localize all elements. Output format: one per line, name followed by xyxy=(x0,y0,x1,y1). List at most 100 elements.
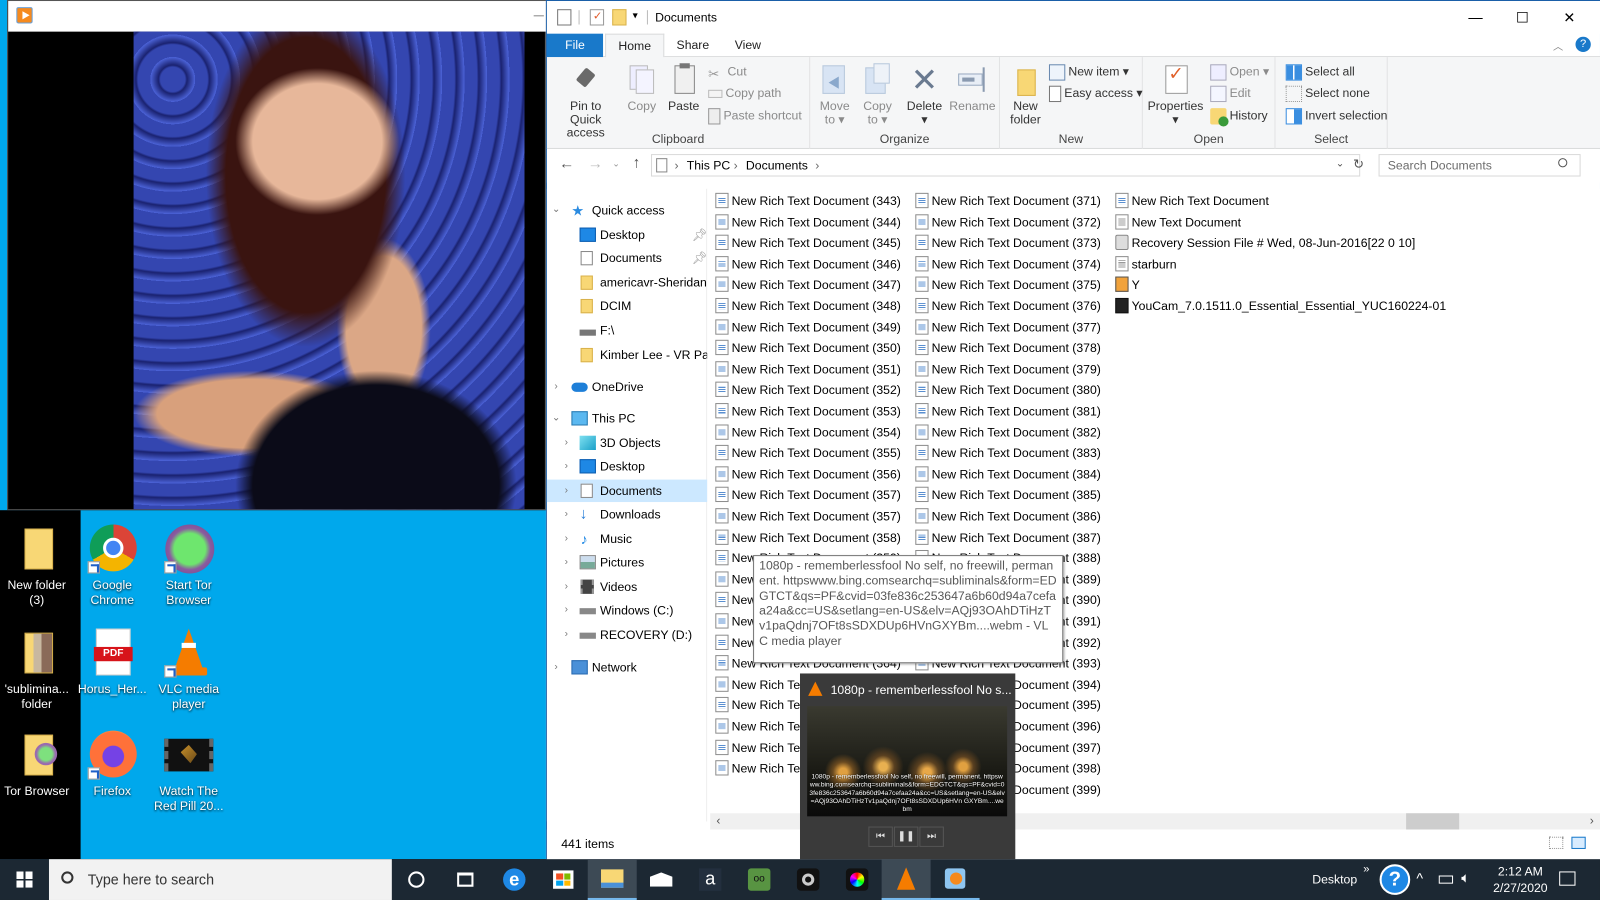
chevron-right-icon[interactable]: › xyxy=(551,376,561,398)
cut-button[interactable]: ✂ Cut xyxy=(708,61,746,81)
file-item[interactable]: New Rich Text Document (358) xyxy=(715,527,901,547)
breadcrumb-this-pc[interactable]: This PC xyxy=(687,158,731,172)
file-item[interactable]: New Rich Text Document (376) xyxy=(915,296,1101,316)
nav-documents[interactable]: › Documents xyxy=(546,479,708,503)
file-item[interactable]: New Rich Text Document (350) xyxy=(715,338,901,358)
file-item[interactable]: New Rich Text Document (348) xyxy=(715,296,901,316)
properties-button[interactable]: ✓ Properties ▾ xyxy=(1147,63,1204,126)
search-icon[interactable] xyxy=(1558,158,1568,168)
tab-home[interactable]: Home xyxy=(605,33,665,59)
chevron-right-icon[interactable]: › xyxy=(561,599,571,621)
breadcrumb-separator-icon[interactable]: › xyxy=(674,158,678,172)
file-item[interactable]: New Rich Text Document (374) xyxy=(915,254,1101,274)
nav-3d-objects[interactable]: › 3D Objects xyxy=(547,432,707,454)
file-item[interactable]: New Rich Text Document (357) xyxy=(715,485,901,505)
file-item[interactable]: New Rich Text Document (377) xyxy=(915,317,1101,337)
nav-onedrive[interactable]: › OneDrive xyxy=(547,376,707,398)
explorer-titlebar[interactable]: ✓ ▾ Documents — ☐ ✕ xyxy=(546,1,1600,34)
select-none-button[interactable]: Select none xyxy=(1285,83,1370,103)
next-button[interactable]: ⏭ xyxy=(919,826,944,847)
taskbar-tripadvisor[interactable]: oo xyxy=(735,859,784,900)
action-center-icon[interactable] xyxy=(1559,871,1576,886)
file-item[interactable]: New Rich Text Document (357) xyxy=(715,506,901,526)
help-icon[interactable]: ? xyxy=(1575,36,1591,53)
toolbar-overflow-icon[interactable]: » xyxy=(1363,863,1369,875)
file-item[interactable]: New Rich Text Document (354) xyxy=(715,422,901,442)
desktop-icon-subliminal-folder[interactable]: 'sublimina... folder xyxy=(0,629,73,713)
easy-access-button[interactable]: Easy access ▾ xyxy=(1048,83,1143,103)
chevron-right-icon[interactable]: › xyxy=(551,656,561,678)
file-item[interactable]: Recovery Session File # Wed, 08-Jun-2016… xyxy=(1115,233,1415,253)
show-hidden-icons-chevron[interactable]: ^ xyxy=(1416,870,1423,886)
pin-to-quick-access-button[interactable]: Pin to Quick access xyxy=(553,63,618,140)
file-item[interactable]: New Rich Text Document (353) xyxy=(715,401,901,421)
file-item[interactable]: New Rich Text Document (384) xyxy=(915,464,1101,484)
move-to-button[interactable]: Move to ▾ xyxy=(816,63,853,126)
volume-icon[interactable]: 🔈︎ xyxy=(1461,869,1470,886)
large-icons-view-icon[interactable] xyxy=(1571,836,1586,849)
file-item[interactable]: New Rich Text Document (381) xyxy=(915,401,1101,421)
breadcrumb-separator-icon[interactable]: › xyxy=(734,158,738,172)
file-item[interactable]: New Rich Text Document (347) xyxy=(715,275,901,295)
nav-quick-documents[interactable]: Documents 📌︎ xyxy=(547,247,707,269)
file-item[interactable]: Y xyxy=(1115,275,1140,295)
minimize-icon[interactable] xyxy=(533,15,544,17)
new-item-button[interactable]: New item ▾ xyxy=(1048,61,1129,81)
history-button[interactable]: History xyxy=(1210,105,1268,127)
nav-videos[interactable]: › Videos xyxy=(547,576,707,598)
file-item[interactable]: New Rich Text Document (373) xyxy=(915,233,1101,253)
file-item[interactable]: New Rich Text Document (355) xyxy=(715,443,901,463)
paste-button[interactable]: Paste xyxy=(665,63,702,113)
tab-file[interactable]: File xyxy=(546,33,604,58)
clock[interactable]: 2:12 AM 2/27/2020 xyxy=(1490,863,1551,896)
file-item[interactable]: New Rich Text Document (382) xyxy=(915,422,1101,442)
invert-selection-button[interactable]: Invert selection xyxy=(1285,105,1387,125)
nav-quick-desktop[interactable]: Desktop 📌︎ xyxy=(547,223,707,245)
file-item[interactable]: New Rich Text Document (378) xyxy=(915,338,1101,358)
taskbar-store[interactable] xyxy=(539,859,588,900)
chevron-right-icon[interactable]: › xyxy=(561,528,571,550)
edit-button[interactable]: Edit xyxy=(1210,83,1251,103)
desktop-icon-new-folder[interactable]: New folder (3) xyxy=(0,524,73,608)
task-view-button[interactable] xyxy=(441,859,490,900)
properties-qat-icon[interactable] xyxy=(557,9,572,26)
nav-windows-c[interactable]: › Windows (C:) xyxy=(547,599,707,621)
battery-icon[interactable] xyxy=(1438,875,1454,884)
nav-network[interactable]: › Network xyxy=(547,656,707,678)
taskbar-amazon[interactable]: a xyxy=(686,859,735,900)
copy-to-button[interactable]: Copy to ▾ xyxy=(859,63,896,126)
nav-recovery-d[interactable]: › RECOVERY (D:) xyxy=(547,623,707,645)
details-view-icon[interactable] xyxy=(1548,836,1564,849)
breadcrumb-documents[interactable]: Documents xyxy=(746,158,808,172)
file-item[interactable]: New Rich Text Document (346) xyxy=(715,254,901,274)
chevron-right-icon[interactable]: › xyxy=(561,480,571,502)
forward-arrow-icon[interactable]: → xyxy=(588,155,603,172)
desktop-toolbar[interactable]: Desktop xyxy=(1312,872,1357,886)
nav-this-pc[interactable]: ⌄ This PC xyxy=(547,407,707,429)
chevron-down-icon[interactable]: ⌄ xyxy=(551,199,561,221)
cortana-button[interactable] xyxy=(392,859,441,900)
delete-button[interactable]: ✕ Delete ▾ xyxy=(904,63,945,126)
taskbar-color-app[interactable] xyxy=(833,859,882,900)
minimize-button[interactable]: — xyxy=(1452,1,1499,34)
desktop-icon-firefox[interactable]: Firefox xyxy=(76,730,149,799)
taskbar-vlc[interactable] xyxy=(881,859,931,900)
maximize-button[interactable]: ☐ xyxy=(1499,1,1546,34)
taskbar-media-player[interactable] xyxy=(930,859,980,900)
back-arrow-icon[interactable]: ← xyxy=(559,155,574,172)
pin-icon[interactable]: 📌︎ xyxy=(692,223,707,245)
pause-button[interactable]: ❚❚ xyxy=(893,826,919,847)
previous-button[interactable]: ⏮ xyxy=(868,826,893,847)
paste-shortcut-button[interactable]: Paste shortcut xyxy=(708,105,802,125)
file-item[interactable]: YouCam_7.0.1511.0_Essential_Essential_YU… xyxy=(1115,296,1446,316)
vlc-taskbar-thumbnail[interactable]: 1080p - rememberlessfool No s... 1080p -… xyxy=(799,673,1016,860)
nav-pictures[interactable]: › Pictures xyxy=(547,551,707,573)
nav-quick-americavr[interactable]: americavr-Sheridan. xyxy=(547,271,707,293)
help-icon[interactable]: ? xyxy=(1379,864,1411,895)
nav-desktop[interactable]: › Desktop xyxy=(547,455,707,477)
file-item[interactable]: New Rich Text Document (343) xyxy=(715,191,901,211)
desktop-icon-tor-folder[interactable]: Tor Browser xyxy=(0,731,73,799)
refresh-icon[interactable]: ↻ xyxy=(1353,156,1364,172)
file-item[interactable]: starburn xyxy=(1115,254,1177,274)
desktop-icon-pdf[interactable]: PDF Horus_Her... xyxy=(76,628,149,697)
